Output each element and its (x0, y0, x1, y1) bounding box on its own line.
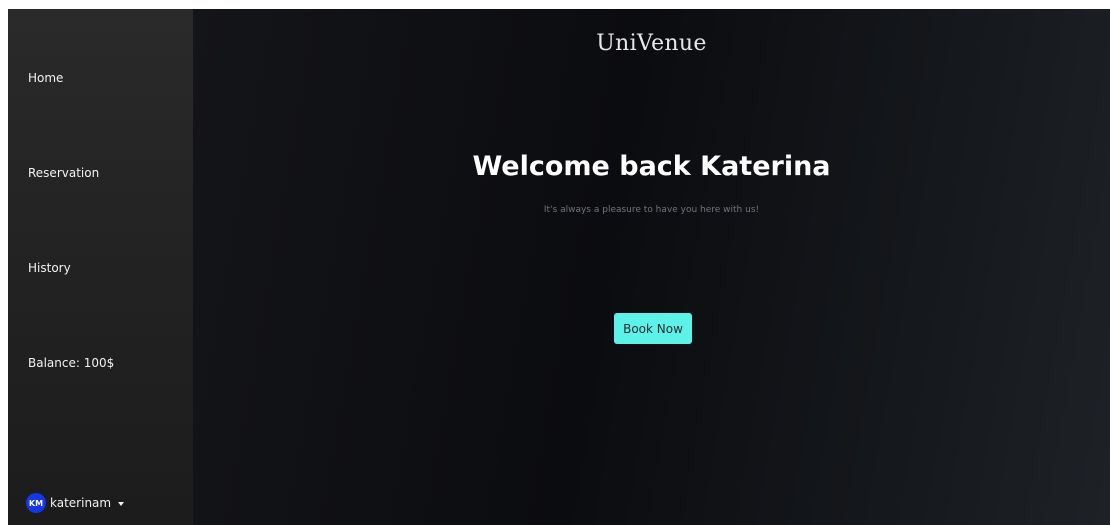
caret-down-icon (118, 501, 125, 506)
book-now-button[interactable]: Book Now (614, 313, 692, 344)
sidebar-item-reservation[interactable]: Reservation (28, 166, 99, 180)
sidebar: Home Reservation History Balance: 100$ K… (8, 9, 193, 525)
welcome-subtitle: It's always a pleasure to have you here … (543, 205, 760, 215)
balance-display: Balance: 100$ (28, 356, 115, 370)
app-window: Home Reservation History Balance: 100$ K… (8, 9, 1110, 525)
welcome-heading: Welcome back Katerina (472, 151, 831, 182)
sidebar-item-history[interactable]: History (28, 261, 71, 275)
user-menu[interactable]: KM katerinam (26, 493, 125, 513)
main-content: UniVenue Welcome back Katerina It's alwa… (193, 9, 1110, 525)
username: katerinam (50, 496, 112, 510)
brand-title: UniVenue (596, 31, 707, 56)
avatar: KM (26, 493, 46, 513)
sidebar-item-home[interactable]: Home (28, 71, 63, 85)
